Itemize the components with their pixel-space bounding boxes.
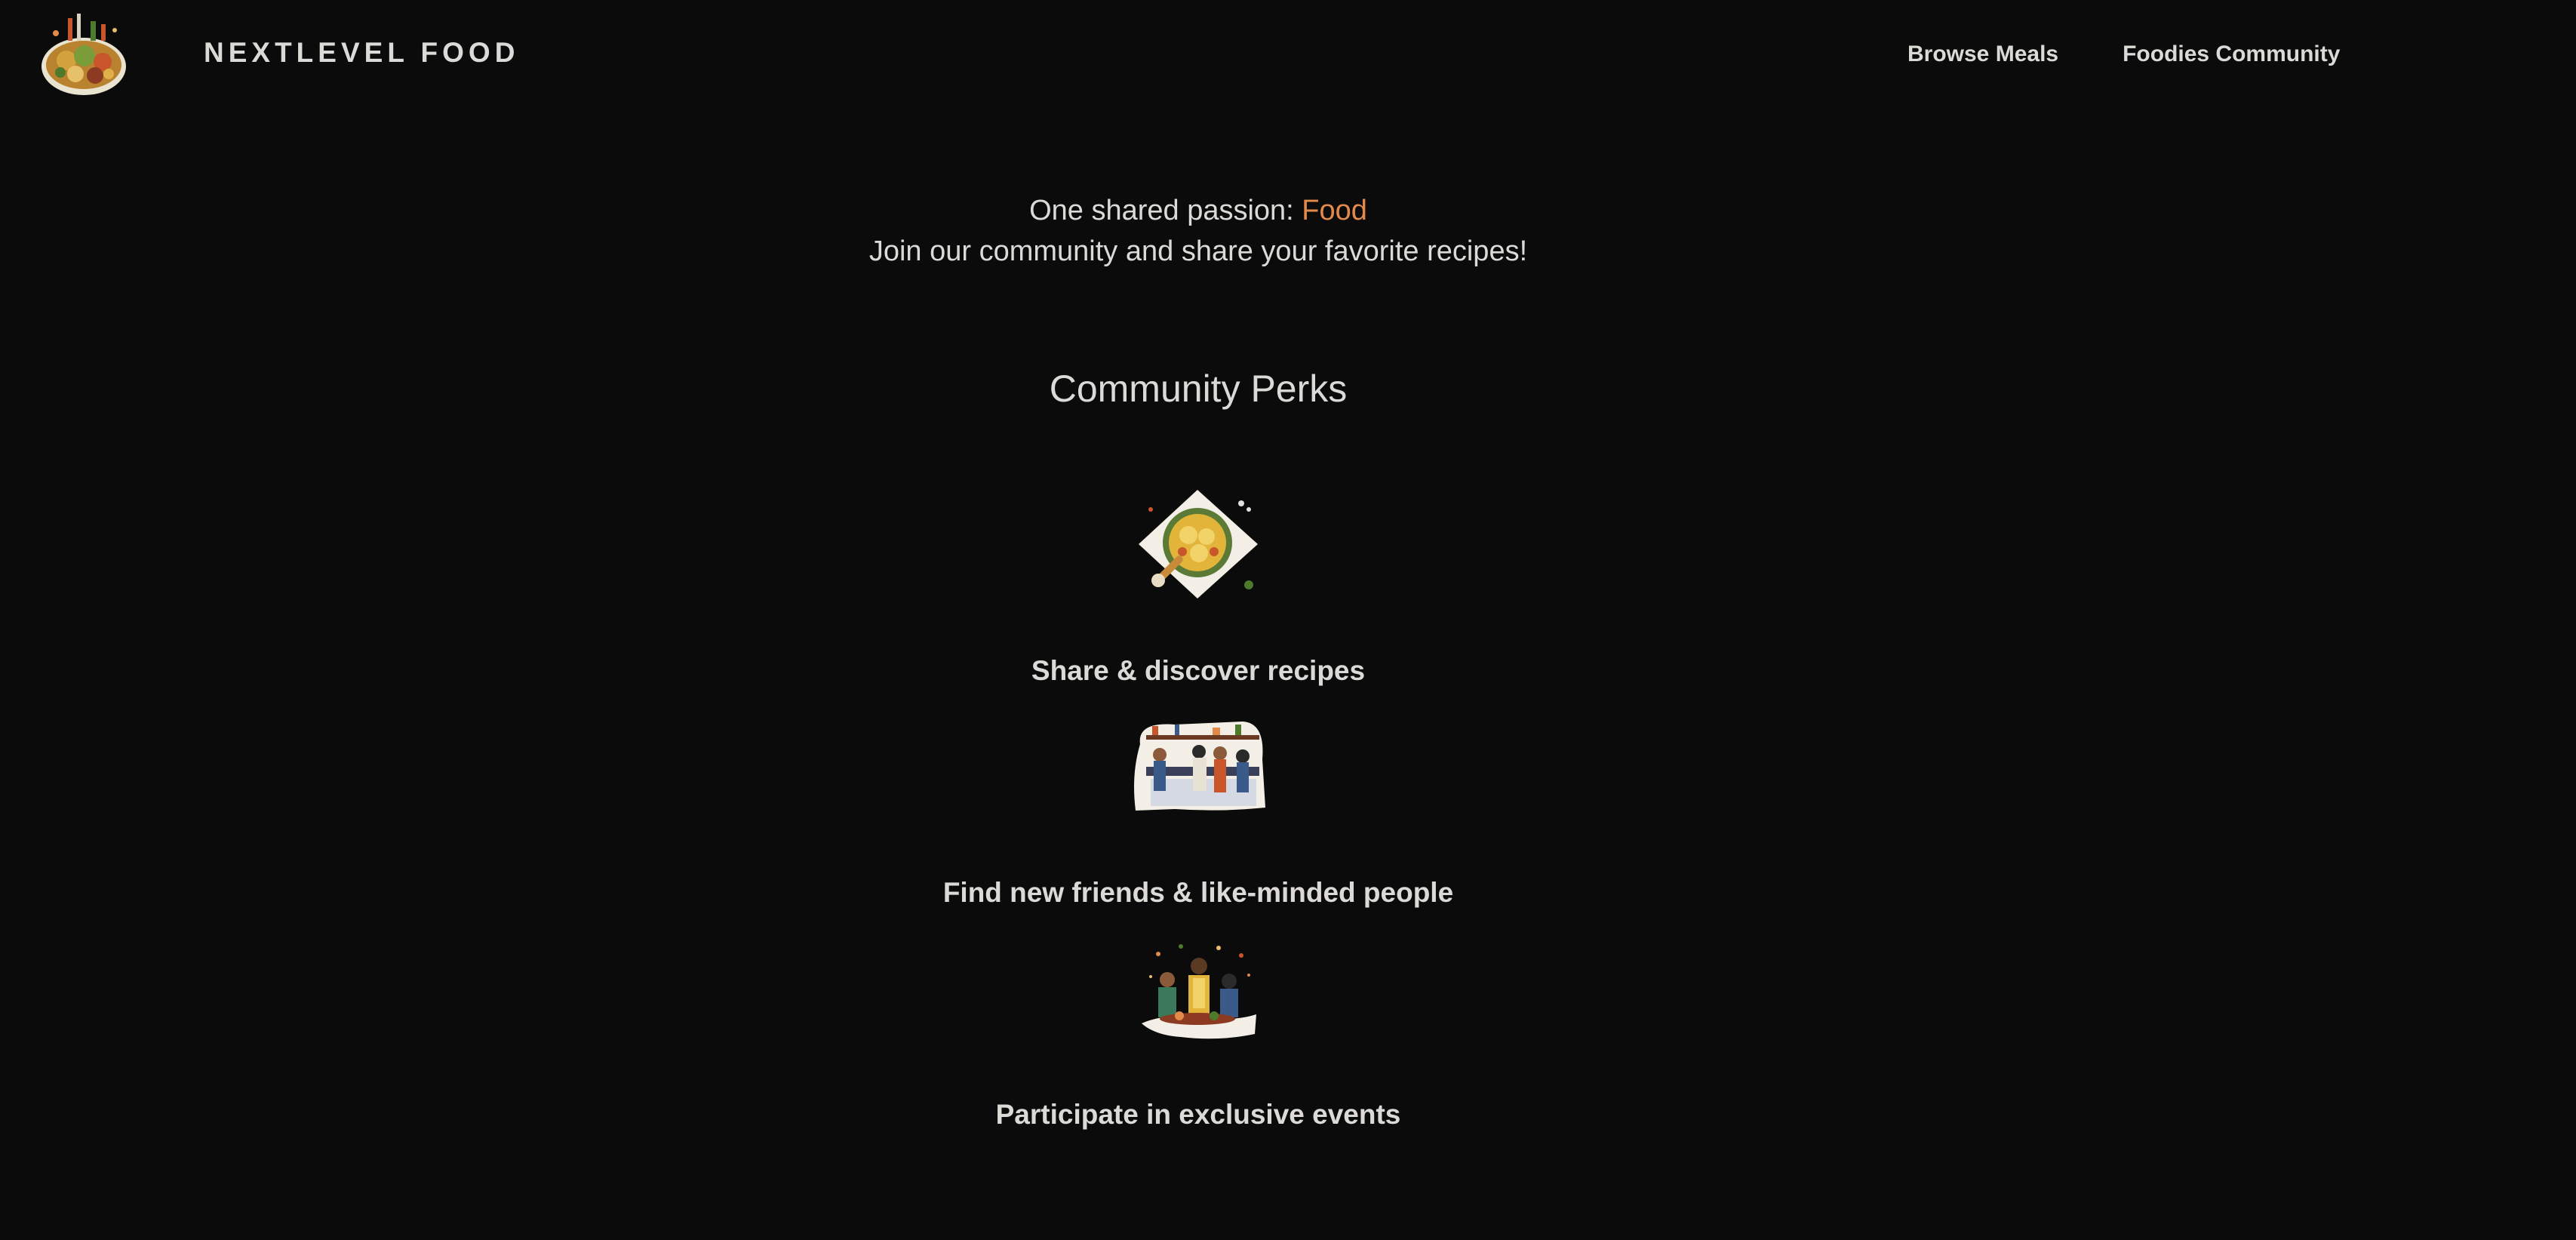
recipe-plate-illustration-icon <box>1139 490 1258 598</box>
community-kitchen-illustration-icon <box>1134 722 1265 811</box>
hero-accent-food: Food <box>1302 195 1367 226</box>
perk-label-recipes: Share & discover recipes <box>1031 655 1366 686</box>
hero-passion-text: One shared passion: <box>1029 195 1302 226</box>
home-logo-link[interactable]: NEXTLEVEL FOOD <box>38 8 519 98</box>
brand-name: NEXTLEVEL FOOD <box>204 37 520 68</box>
site-header: NEXTLEVEL FOOD Browse Meals Foodies Comm… <box>0 0 2576 107</box>
nav-foodies-community[interactable]: Foodies Community <box>2123 38 2340 71</box>
food-platter-logo-icon <box>41 14 126 95</box>
main-nav: Browse Meals Foodies Community <box>1907 38 2340 71</box>
perk-label-events: Participate in exclusive events <box>995 1099 1401 1130</box>
nav-browse-meals[interactable]: Browse Meals <box>1907 38 2058 71</box>
hero-line-2: Join our community and share your favori… <box>868 235 1528 267</box>
hero-section: One shared passion: Food Join our commun… <box>0 190 2396 272</box>
cooking-event-illustration-icon <box>1142 944 1256 1039</box>
perk-label-friends: Find new friends & like-minded people <box>942 877 1454 908</box>
hero-line-1: One shared passion: Food <box>0 190 2396 231</box>
perks-title: Community Perks <box>1049 368 1348 410</box>
